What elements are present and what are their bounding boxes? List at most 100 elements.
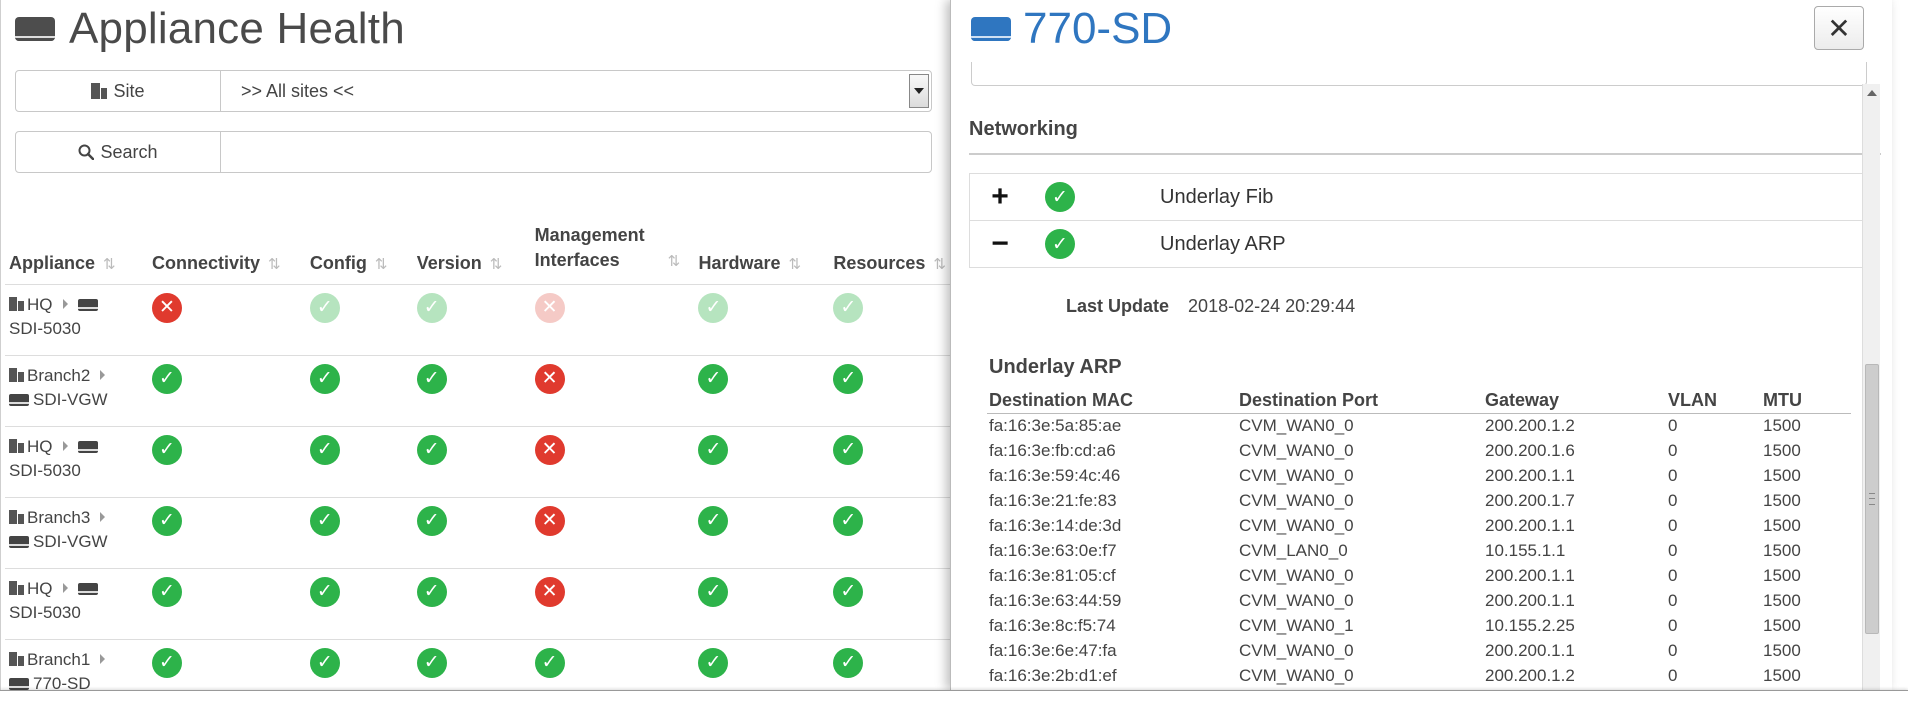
status-cell[interactable]: ✓ [147,497,306,569]
status-cell[interactable]: ✓ [412,497,531,569]
table-row[interactable]: Branch3 SDI-VGW ✓ ✓ ✓ ✕ ✓ ✓ [5,497,950,569]
table-row[interactable]: Branch2 SDI-VGW ✓ ✓ ✓ ✕ ✓ ✓ [5,355,950,427]
status-cell[interactable]: ✓ [694,355,830,427]
status-error-icon[interactable]: ✕ [534,434,565,465]
expander-underlay-fib[interactable]: + ✓ Underlay Fib [969,173,1871,221]
scrollbar-thumb[interactable] [1865,364,1879,634]
status-error-icon[interactable]: ✕ [534,292,565,323]
status-ok-icon[interactable]: ✓ [151,505,182,536]
status-cell[interactable]: ✓ [412,639,531,690]
status-cell[interactable]: ✓ [147,355,306,427]
status-ok-icon[interactable]: ✓ [416,505,447,536]
column-header-appliance[interactable]: Appliance ⇅ [5,218,148,285]
status-cell[interactable]: ✕ [530,284,695,356]
status-ok-icon[interactable]: ✓ [698,434,729,465]
status-cell[interactable]: ✓ [829,497,950,569]
status-ok-icon[interactable]: ✓ [833,292,864,323]
status-ok-icon[interactable]: ✓ [698,647,729,678]
sort-icon[interactable]: ⇅ [268,256,281,273]
status-cell[interactable]: ✓ [147,568,306,640]
collapse-toggle-icon[interactable]: − [970,227,1030,261]
table-row[interactable]: Branch1 770-SD ✓ ✓ ✓ ✓ ✓ ✓ [5,639,950,690]
status-ok-icon[interactable]: ✓ [416,434,447,465]
status-cell[interactable]: ✓ [694,426,830,498]
sort-icon[interactable]: ⇅ [668,253,681,270]
status-ok-icon[interactable]: ✓ [151,576,182,607]
sort-icon[interactable]: ⇅ [789,256,802,273]
appliance-cell[interactable]: HQ SDI-5030 [5,426,148,498]
table-row[interactable]: HQ SDI-5030 ✕ ✓ ✓ ✕ ✓ ✓ [5,284,950,356]
appliance-cell[interactable]: Branch3 SDI-VGW [5,497,148,569]
expand-toggle-icon[interactable]: + [970,180,1030,214]
status-cell[interactable]: ✓ [412,284,531,356]
status-cell[interactable]: ✓ [829,568,950,640]
status-ok-icon[interactable]: ✓ [309,647,340,678]
status-ok-icon[interactable]: ✓ [309,505,340,536]
status-cell[interactable]: ✕ [530,497,695,569]
status-cell[interactable]: ✓ [305,426,413,498]
status-ok-icon[interactable]: ✓ [833,647,864,678]
search-input[interactable] [221,132,931,172]
column-header-management-interfaces[interactable]: Management Interfaces ⇅ [530,218,695,285]
search-filter[interactable]: Search [15,131,932,173]
status-ok-icon[interactable]: ✓ [309,363,340,394]
status-cell[interactable]: ✓ [412,568,531,640]
status-error-icon[interactable]: ✕ [151,292,182,323]
status-ok-icon[interactable]: ✓ [416,576,447,607]
expander-underlay-arp[interactable]: − ✓ Underlay ARP [969,220,1871,268]
vertical-scrollbar[interactable] [1862,84,1880,690]
status-cell[interactable]: ✓ [829,284,950,356]
status-ok-icon[interactable]: ✓ [416,292,447,323]
status-cell[interactable]: ✓ [412,426,531,498]
status-cell[interactable]: ✕ [147,284,306,356]
status-ok-icon[interactable]: ✓ [698,292,729,323]
column-header-connectivity[interactable]: Connectivity ⇅ [147,218,306,285]
appliance-cell[interactable]: Branch2 SDI-VGW [5,355,148,427]
status-cell[interactable]: ✓ [412,355,531,427]
status-ok-icon[interactable]: ✓ [416,363,447,394]
status-cell[interactable]: ✕ [530,355,695,427]
status-ok-icon[interactable]: ✓ [309,292,340,323]
status-cell[interactable]: ✓ [305,497,413,569]
status-error-icon[interactable]: ✕ [534,363,565,394]
status-ok-icon[interactable]: ✓ [151,363,182,394]
status-ok-icon[interactable]: ✓ [534,647,565,678]
sort-icon[interactable]: ⇅ [933,256,946,273]
status-cell[interactable]: ✓ [694,284,830,356]
appliance-cell[interactable]: HQ SDI-5030 [5,284,148,356]
scroll-up-icon[interactable] [1863,84,1881,102]
status-ok-icon[interactable]: ✓ [833,363,864,394]
table-row[interactable]: HQ SDI-5030 ✓ ✓ ✓ ✕ ✓ ✓ [5,426,950,498]
status-ok-icon[interactable]: ✓ [833,505,864,536]
sort-icon[interactable]: ⇅ [375,256,388,273]
status-cell[interactable]: ✓ [305,568,413,640]
sort-icon[interactable]: ⇅ [490,256,503,273]
status-ok-icon[interactable]: ✓ [416,647,447,678]
status-cell[interactable]: ✓ [694,568,830,640]
status-cell[interactable]: ✕ [530,426,695,498]
status-cell[interactable]: ✓ [530,639,695,690]
status-ok-icon[interactable]: ✓ [151,434,182,465]
status-ok-icon[interactable]: ✓ [151,647,182,678]
status-ok-icon[interactable]: ✓ [309,434,340,465]
status-cell[interactable]: ✓ [829,426,950,498]
appliance-cell[interactable]: HQ SDI-5030 [5,568,148,640]
status-cell[interactable]: ✓ [694,639,830,690]
status-cell[interactable]: ✓ [305,639,413,690]
appliance-cell[interactable]: Branch1 770-SD [5,639,148,690]
status-error-icon[interactable]: ✕ [534,505,565,536]
status-ok-icon[interactable]: ✓ [698,363,729,394]
table-row[interactable]: HQ SDI-5030 ✓ ✓ ✓ ✕ ✓ ✓ [5,568,950,640]
column-header-resources[interactable]: Resources ⇅ [829,218,950,285]
status-ok-icon[interactable]: ✓ [698,505,729,536]
status-cell[interactable]: ✓ [305,284,413,356]
status-ok-icon[interactable]: ✓ [833,576,864,607]
status-cell[interactable]: ✓ [147,639,306,690]
site-filter[interactable]: Site >> All sites << [15,70,932,112]
status-cell[interactable]: ✓ [147,426,306,498]
column-header-version[interactable]: Version ⇅ [412,218,531,285]
status-cell[interactable]: ✓ [829,639,950,690]
status-ok-icon[interactable]: ✓ [833,434,864,465]
site-select[interactable]: >> All sites << [221,71,931,111]
status-cell[interactable]: ✓ [829,355,950,427]
